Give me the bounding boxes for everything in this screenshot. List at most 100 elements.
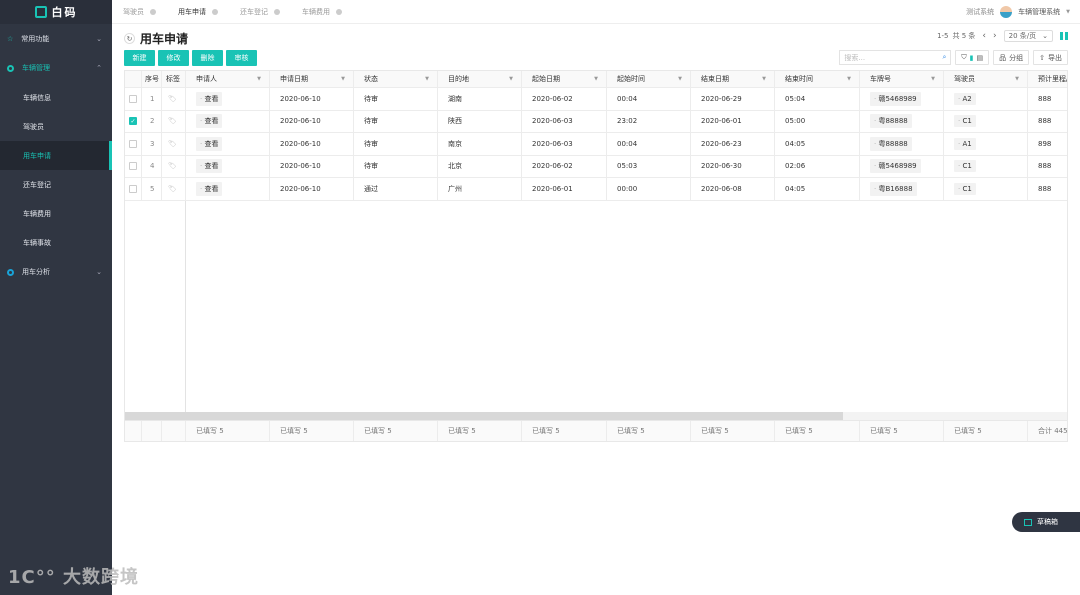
table-cell[interactable]: 查看: [186, 88, 270, 110]
sort-caret-icon[interactable]: ▼: [425, 76, 429, 82]
table-cell[interactable]: 查看: [186, 133, 270, 155]
close-icon[interactable]: [150, 8, 156, 15]
sort-caret-icon[interactable]: ▼: [678, 76, 682, 82]
sort-caret-icon[interactable]: ▼: [594, 76, 598, 82]
column-header[interactable]: 结束日期 ▼: [691, 71, 775, 87]
search-icon[interactable]: ⌕: [942, 53, 946, 62]
tab-return[interactable]: 还车登记: [229, 7, 291, 17]
column-header[interactable]: 驾驶员 ▼: [944, 71, 1028, 87]
footer-summary: 已填写 5: [186, 421, 270, 441]
page-size-select[interactable]: 20 条/页 ⌄: [1003, 30, 1053, 42]
sort-caret-icon[interactable]: ▼: [257, 76, 261, 82]
table-cell: 2020-06-02: [522, 155, 607, 177]
column-header[interactable]: 结束时间 ▼: [775, 71, 860, 87]
delete-button[interactable]: 删除: [192, 50, 223, 66]
close-icon[interactable]: [212, 8, 218, 15]
view-link[interactable]: 查看: [196, 114, 223, 129]
tag-icon[interactable]: 🏷: [168, 185, 177, 193]
tag-icon[interactable]: 🏷: [168, 95, 177, 103]
row-index: 3: [142, 133, 162, 155]
row-tag-cell[interactable]: 🏷: [162, 155, 186, 177]
close-icon[interactable]: [336, 8, 342, 15]
column-header[interactable]: 起始时间 ▼: [607, 71, 691, 87]
cell-value: 南京: [448, 139, 462, 148]
horizontal-scrollbar[interactable]: [125, 412, 1067, 420]
user-menu[interactable]: 车辆管理系统: [1018, 7, 1060, 17]
row-tag-cell[interactable]: 🏷: [162, 110, 186, 132]
tag-icon[interactable]: 🏷: [168, 140, 177, 148]
row-checkbox-cell[interactable]: [125, 155, 142, 177]
tab-vehicle-request[interactable]: 用车申请: [167, 7, 229, 17]
view-link[interactable]: 查看: [196, 159, 223, 174]
tag-icon[interactable]: 🏷: [168, 162, 177, 170]
row-checkbox[interactable]: [129, 94, 137, 103]
sort-caret-icon[interactable]: ▼: [341, 76, 345, 82]
row-checkbox[interactable]: [129, 162, 137, 171]
edit-button[interactable]: 修改: [158, 50, 189, 66]
scrollbar-thumb[interactable]: [125, 412, 843, 420]
row-tag-cell[interactable]: 🏷: [162, 178, 186, 200]
row-checkbox[interactable]: ✓: [129, 117, 137, 126]
sort-caret-icon[interactable]: ▼: [762, 76, 766, 82]
sidebar-item-return[interactable]: 还车登记: [0, 170, 112, 199]
column-header[interactable]: 申请人 ▼: [186, 71, 270, 87]
sidebar-item-vehicle-info[interactable]: 车辆信息: [0, 83, 112, 112]
sidebar-item-accident[interactable]: 车辆事故: [0, 228, 112, 257]
row-tag-cell[interactable]: 🏷: [162, 133, 186, 155]
cell-value: 2020-06-01: [701, 117, 742, 126]
close-icon[interactable]: [274, 8, 280, 15]
row-checkbox-cell[interactable]: [125, 178, 142, 200]
search-input[interactable]: 搜索... ⌕: [839, 50, 952, 65]
view-link[interactable]: 查看: [196, 91, 223, 106]
table-cell: 2020-06-10: [270, 133, 354, 155]
table-cell[interactable]: 查看: [186, 110, 270, 132]
review-button[interactable]: 审核: [226, 50, 257, 66]
prev-page-icon[interactable]: ‹: [982, 31, 986, 41]
sidebar-group-common[interactable]: ☆ 常用功能 ⌄: [0, 27, 112, 51]
grid-view-icon[interactable]: [1060, 32, 1068, 40]
table-cell: 888: [1028, 178, 1067, 200]
column-header[interactable]: 起始日期 ▼: [522, 71, 607, 87]
sidebar-item-driver[interactable]: 驾驶员: [0, 112, 112, 141]
sort-caret-icon[interactable]: ▼: [931, 76, 935, 82]
column-header[interactable]: 申请日期 ▼: [270, 71, 354, 87]
sort-caret-icon[interactable]: ▼: [509, 76, 513, 82]
caret-down-icon[interactable]: ▼: [1066, 9, 1070, 15]
table-cell[interactable]: 查看: [186, 155, 270, 177]
column-header[interactable]: 状态 ▼: [354, 71, 438, 87]
cell-value: 02:06: [785, 162, 806, 171]
sidebar-group-analysis[interactable]: 用车分析 ⌄: [0, 260, 112, 284]
next-page-icon[interactable]: ›: [993, 31, 997, 41]
table-cell: 北京: [438, 155, 522, 177]
refresh-icon[interactable]: ↻: [124, 33, 135, 44]
row-checkbox[interactable]: [129, 139, 137, 148]
row-checkbox-cell[interactable]: [125, 88, 142, 110]
row-checkbox-cell[interactable]: ✓: [125, 110, 142, 132]
row-tag-cell[interactable]: 🏷: [162, 88, 186, 110]
row-checkbox-cell[interactable]: [125, 133, 142, 155]
sidebar-group-vehicle[interactable]: 车辆管理 ⌃: [0, 56, 112, 80]
sort-caret-icon[interactable]: ▼: [847, 76, 851, 82]
view-link[interactable]: 查看: [196, 136, 223, 151]
column-header[interactable]: 目的地 ▼: [438, 71, 522, 87]
export-button[interactable]: ⇧ 导出: [1033, 50, 1068, 65]
tab-cost[interactable]: 车辆费用: [291, 7, 353, 17]
group-button[interactable]: 品分组: [993, 50, 1030, 65]
view-link[interactable]: 查看: [196, 181, 223, 196]
tag-icon[interactable]: 🏷: [168, 117, 177, 125]
tab-driver[interactable]: 驾驶员: [112, 7, 167, 17]
sidebar-item-cost[interactable]: 车辆费用: [0, 199, 112, 228]
new-button[interactable]: 新建: [124, 50, 155, 66]
draft-box-button[interactable]: 草稿箱: [1012, 512, 1080, 532]
row-checkbox[interactable]: [129, 184, 137, 193]
filter-button[interactable]: ⛉ ▮ ▤: [955, 50, 990, 65]
avatar[interactable]: [1000, 6, 1013, 18]
column-header[interactable]: 车牌号 ▼: [860, 71, 944, 87]
cell-value: 2020-06-10: [280, 184, 321, 193]
column-header[interactable]: 预计里程/: [1028, 71, 1067, 87]
sidebar-item-vehicle-request[interactable]: 用车申请: [0, 141, 112, 170]
sort-caret-icon[interactable]: ▼: [1015, 76, 1019, 82]
footer-summary: 已填写 5: [944, 421, 1028, 441]
table-cell: 05:04: [775, 88, 860, 110]
table-cell[interactable]: 查看: [186, 178, 270, 200]
